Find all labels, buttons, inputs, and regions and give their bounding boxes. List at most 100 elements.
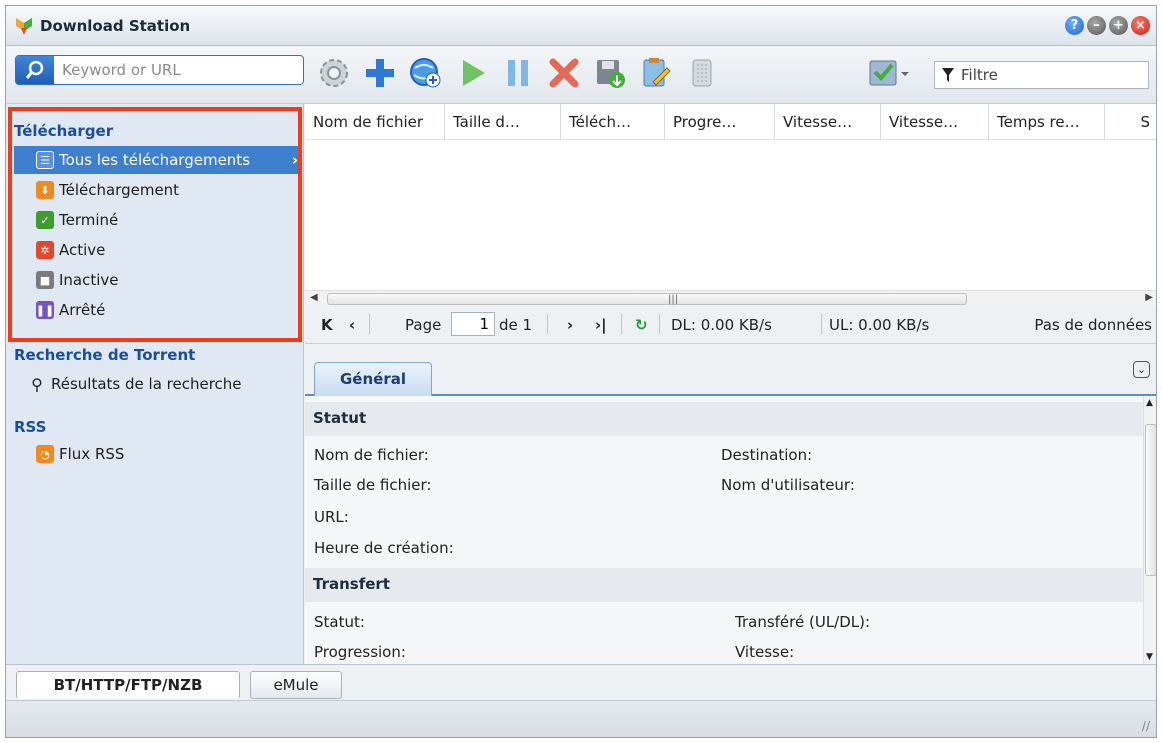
clear-icon[interactable] bbox=[684, 55, 720, 91]
add-url-icon[interactable] bbox=[408, 55, 444, 91]
column-download-speed[interactable]: Vitesse… bbox=[775, 104, 881, 140]
bottom-tabs: BT/HTTP/FTP/NZB eMule bbox=[6, 664, 1156, 700]
column-progress[interactable]: Progre… bbox=[665, 104, 775, 140]
help-icon[interactable]: ? bbox=[1065, 16, 1084, 35]
sidebar-item-label: Flux RSS bbox=[59, 445, 125, 463]
search-box bbox=[15, 55, 304, 85]
filter-box bbox=[934, 61, 1149, 89]
sidebar-item-label: Téléchargement bbox=[59, 181, 180, 199]
sidebar-item-downloading[interactable]: ⬇ Téléchargement bbox=[14, 176, 300, 204]
transferred-label: Transféré (UL/DL): bbox=[735, 613, 871, 631]
first-page-icon[interactable]: K bbox=[321, 316, 333, 334]
scrollbar-thumb[interactable] bbox=[1145, 424, 1156, 576]
sidebar-item-label: Arrêté bbox=[59, 301, 106, 319]
column-size[interactable]: Taille d… bbox=[445, 104, 561, 140]
save-icon[interactable] bbox=[592, 55, 628, 91]
column-filename[interactable]: Nom de fichier bbox=[305, 104, 445, 140]
detail-panel: Statut Nom de fichier: Destination: Tail… bbox=[305, 396, 1143, 664]
delete-icon[interactable] bbox=[546, 55, 582, 91]
resume-icon[interactable] bbox=[454, 55, 490, 91]
section-rss: RSS bbox=[14, 418, 47, 436]
prev-page-icon[interactable]: ‹ bbox=[349, 316, 355, 334]
horizontal-scrollbar[interactable]: ◀ ||| ▶ bbox=[305, 290, 1156, 306]
column-status[interactable]: S bbox=[1105, 104, 1156, 140]
download-station-window: Download Station ? – + × Keyword or URL … bbox=[5, 5, 1157, 738]
transfer-group-header: Transfert bbox=[305, 568, 1143, 602]
title-bar: Download Station ? – + × bbox=[6, 6, 1156, 46]
scroll-left-icon[interactable]: ◀ bbox=[310, 292, 318, 303]
section-torrent-search: Recherche de Torrent bbox=[14, 346, 196, 364]
progress-label: Progression: bbox=[314, 643, 406, 661]
sidebar-item-label: Active bbox=[59, 241, 106, 259]
tab-bt-http-ftp-nzb[interactable]: BT/HTTP/FTP/NZB bbox=[16, 671, 240, 699]
active-icon: ✲ bbox=[36, 241, 54, 259]
column-upload-speed[interactable]: Vitesse… bbox=[881, 104, 989, 140]
sidebar-item-label: Inactive bbox=[59, 271, 119, 289]
scroll-down-icon[interactable]: ▼ bbox=[1146, 652, 1153, 662]
window-title: Download Station bbox=[40, 17, 191, 35]
resize-grip-icon[interactable]: // bbox=[1142, 719, 1150, 733]
rss-icon: ◔ bbox=[36, 445, 54, 463]
minimize-icon[interactable]: – bbox=[1087, 16, 1106, 35]
download-station-icon bbox=[16, 18, 32, 35]
filename-label: Nom de fichier: bbox=[314, 446, 429, 464]
detail-tabs: Général ⌄ bbox=[305, 344, 1156, 396]
sidebar-item-completed[interactable]: ✓ Terminé bbox=[14, 206, 300, 234]
collapse-icon[interactable]: ⌄ bbox=[1133, 361, 1150, 378]
username-label: Nom d'utilisateur: bbox=[721, 476, 855, 494]
tab-emule[interactable]: eMule bbox=[250, 671, 342, 699]
creation-time-label: Heure de création: bbox=[314, 539, 454, 557]
list-icon: ☰ bbox=[36, 151, 54, 169]
close-icon[interactable]: × bbox=[1131, 16, 1150, 35]
sidebar-item-active[interactable]: ✲ Active bbox=[14, 236, 300, 264]
refresh-icon[interactable]: ↻ bbox=[635, 316, 648, 334]
sidebar-item-stopped[interactable]: ❚❚ Arrêté bbox=[14, 296, 300, 324]
search-input[interactable] bbox=[60, 59, 298, 81]
column-time-remaining[interactable]: Temps re… bbox=[989, 104, 1105, 140]
sidebar-item-inactive[interactable]: ■ Inactive bbox=[14, 266, 300, 294]
sidebar-item-search-results[interactable]: ⚲ Résultats de la recherche bbox=[14, 370, 300, 398]
pagination-bar: K ‹ Page de 1 › ›| ↻ DL: 0.00 KB/s UL: 0… bbox=[305, 306, 1156, 344]
scroll-right-icon[interactable]: ▶ bbox=[1145, 292, 1153, 303]
toolbar bbox=[6, 46, 1156, 104]
page-count: de 1 bbox=[499, 316, 533, 334]
download-speed-readout: DL: 0.00 KB/s bbox=[671, 316, 772, 334]
filesize-label: Taille de fichier: bbox=[314, 476, 432, 494]
page-number-input[interactable] bbox=[451, 312, 495, 336]
select-icon[interactable] bbox=[868, 55, 912, 91]
sidebar-item-label: Résultats de la recherche bbox=[51, 375, 242, 393]
scroll-up-icon[interactable]: ▲ bbox=[1146, 398, 1153, 408]
sidebar-item-label: Terminé bbox=[59, 211, 119, 229]
settings-icon[interactable] bbox=[316, 55, 352, 91]
scrollbar-thumb[interactable]: ||| bbox=[327, 293, 967, 305]
last-page-icon[interactable]: ›| bbox=[595, 316, 607, 334]
stopped-icon: ❚❚ bbox=[36, 301, 54, 319]
sidebar-item-all-downloads[interactable]: ☰ Tous les téléchargements › bbox=[14, 146, 300, 174]
inactive-icon: ■ bbox=[36, 271, 54, 289]
download-icon: ⬇ bbox=[36, 181, 54, 199]
downloads-table: Nom de fichier Taille d… Téléch… Progre…… bbox=[305, 104, 1156, 304]
sidebar-item-label: Tous les téléchargements bbox=[59, 151, 251, 169]
destination-label: Destination: bbox=[721, 446, 813, 464]
status-group-header: Statut bbox=[305, 402, 1143, 436]
page-label: Page bbox=[405, 316, 442, 334]
no-data-label: Pas de données bbox=[1034, 316, 1152, 334]
search-icon[interactable] bbox=[16, 56, 54, 84]
vertical-scrollbar[interactable]: ▲ ▼ bbox=[1143, 396, 1156, 664]
check-icon: ✓ bbox=[36, 211, 54, 229]
edit-icon[interactable] bbox=[638, 55, 674, 91]
column-downloaded[interactable]: Téléch… bbox=[561, 104, 665, 140]
pause-icon[interactable] bbox=[500, 55, 536, 91]
filter-icon bbox=[942, 68, 954, 82]
table-header: Nom de fichier Taille d… Téléch… Progre…… bbox=[305, 104, 1156, 140]
add-icon[interactable] bbox=[362, 55, 398, 91]
sidebar: Télécharger ☰ Tous les téléchargements ›… bbox=[6, 104, 304, 664]
sidebar-item-rss-feeds[interactable]: ◔ Flux RSS bbox=[14, 440, 300, 468]
next-page-icon[interactable]: › bbox=[567, 316, 573, 334]
transfer-status-label: Statut: bbox=[314, 613, 365, 631]
filter-input[interactable] bbox=[959, 64, 1144, 86]
tab-general[interactable]: Général bbox=[314, 362, 432, 396]
maximize-icon[interactable]: + bbox=[1109, 16, 1128, 35]
status-bar: // bbox=[6, 700, 1156, 737]
search-icon: ⚲ bbox=[31, 374, 43, 394]
